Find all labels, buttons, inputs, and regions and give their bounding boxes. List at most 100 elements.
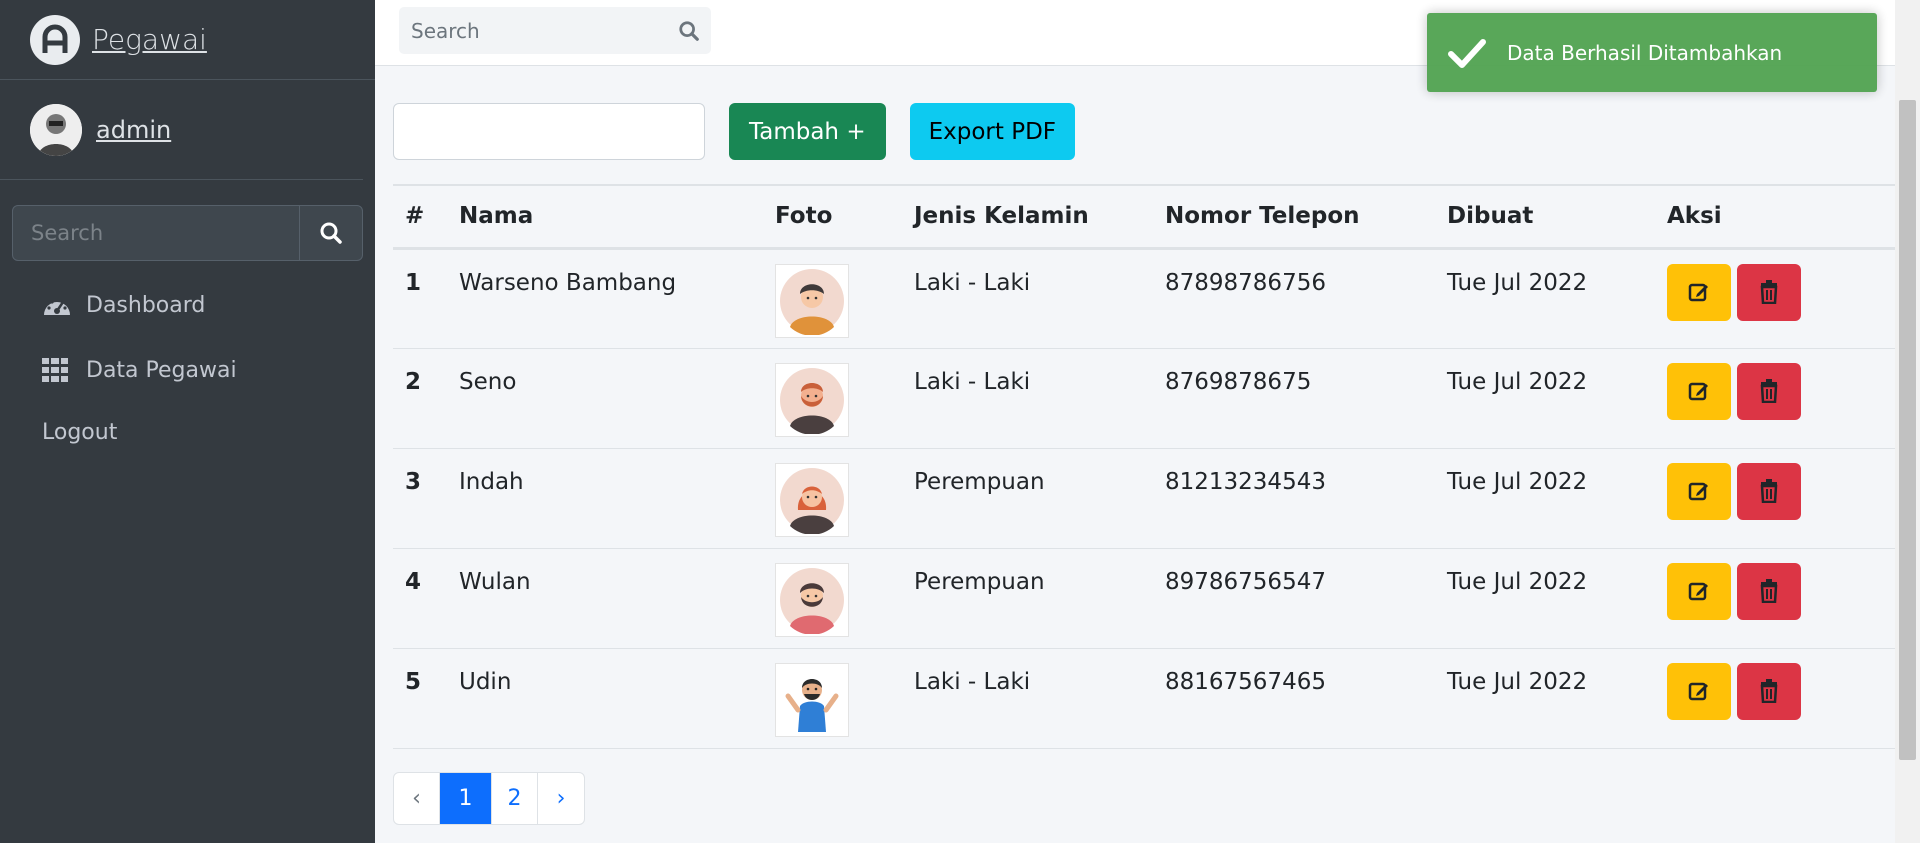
edit-icon [1688,382,1708,401]
delete-button[interactable] [1737,562,1801,620]
user-panel[interactable]: admin [0,80,363,180]
row-dibuat: Tue Jul 2022 [1447,269,1588,296]
brand-logo-icon [30,14,80,65]
edit-button[interactable] [1667,462,1731,520]
sidebar-item-data-pegawai[interactable]: Data Pegawai [0,345,375,395]
trash-icon [1760,679,1778,703]
logout-link[interactable]: Logout [42,420,117,445]
sidebar: Pegawai admin Dashboard Data Pegawai Log… [0,0,375,843]
delete-button[interactable] [1737,662,1801,720]
row-number: 5 [405,668,422,695]
col-header-dibuat: Dibuat [1447,203,1534,230]
grid-icon [42,358,72,382]
table-header-row: # Nama Foto Jenis Kelamin Nomor Telepon … [393,185,1895,248]
page-scrollbar[interactable] [1895,0,1920,843]
top-search [399,7,711,54]
row-number: 2 [405,368,422,395]
export-pdf-button[interactable]: Export PDF [909,103,1076,160]
edit-icon [1688,582,1708,601]
table-row: 5 Udin Laki - Laki 88167567465 Tue Jul 2… [393,648,1895,748]
page-1-button[interactable]: 1 [440,773,492,824]
edit-icon [1688,283,1708,302]
avatar [30,103,82,156]
pagination: ‹ 1 2 › [393,772,585,825]
sidebar-item-label: Data Pegawai [86,357,237,383]
edit-button[interactable] [1667,362,1731,420]
row-nama: Warseno Bambang [459,269,677,296]
add-button[interactable]: Tambah + [729,103,886,160]
row-dibuat: Tue Jul 2022 [1447,568,1588,595]
row-jenis-kelamin: Laki - Laki [914,368,1031,395]
edit-button[interactable] [1667,263,1731,321]
row-dibuat: Tue Jul 2022 [1447,468,1588,495]
table-row: 3 Indah Perempuan 81213234543 Tue Jul 20… [393,448,1895,548]
row-telepon: 87898786756 [1165,269,1326,296]
sidebar-search-button[interactable] [299,206,362,260]
sidebar-search-input[interactable] [13,206,299,260]
search-icon [679,20,699,41]
employee-table: # Nama Foto Jenis Kelamin Nomor Telepon … [393,184,1895,749]
page-2-button[interactable]: 2 [492,773,538,824]
toast-message: Data Berhasil Ditambahkan [1507,40,1783,65]
filter-input[interactable] [393,103,705,160]
row-actions [1667,362,1883,420]
row-number: 3 [405,468,422,495]
col-header-number: # [405,203,425,230]
top-search-input[interactable] [399,18,667,43]
edit-icon [1688,482,1708,501]
row-number: 4 [405,568,422,595]
row-telepon: 89786756547 [1165,568,1326,595]
edit-icon [1688,682,1708,701]
row-jenis-kelamin: Laki - Laki [914,668,1031,695]
edit-button[interactable] [1667,662,1731,720]
employee-photo [775,562,849,637]
trash-icon [1760,280,1778,304]
row-jenis-kelamin: Laki - Laki [914,269,1031,296]
row-nama: Indah [459,468,524,495]
employee-photo [775,263,849,338]
row-telepon: 8769878675 [1165,368,1312,395]
row-telepon: 88167567465 [1165,668,1326,695]
row-number: 1 [405,269,422,296]
top-search-button[interactable] [667,20,711,42]
row-nama: Udin [459,668,512,695]
trash-icon [1760,579,1778,603]
page-next-button[interactable]: › [538,773,584,824]
col-header-aksi: Aksi [1667,203,1722,230]
row-actions [1667,263,1883,321]
scrollbar-thumb[interactable] [1899,100,1916,760]
row-nama: Seno [459,368,517,395]
employee-photo [775,362,849,437]
sidebar-item-label: Dashboard [86,292,206,318]
user-name: admin [96,115,172,144]
delete-button[interactable] [1737,362,1801,420]
brand-link[interactable]: Pegawai [0,0,375,80]
col-header-nomor-telepon: Nomor Telepon [1165,203,1360,230]
page-prev-button[interactable]: ‹ [394,773,440,824]
row-dibuat: Tue Jul 2022 [1447,668,1588,695]
row-nama: Wulan [459,568,531,595]
sidebar-search [12,205,363,261]
table-row: 4 Wulan Perempuan 89786756547 Tue Jul 20… [393,548,1895,648]
employee-photo [775,662,849,737]
employee-photo [775,462,849,537]
gauge-icon [42,293,72,317]
row-actions [1667,562,1883,620]
trash-icon [1760,379,1778,403]
row-jenis-kelamin: Perempuan [914,568,1045,595]
col-header-foto: Foto [775,203,833,230]
table-row: 2 Seno Laki - Laki 8769878675 Tue Jul 20… [393,348,1895,448]
main-content: Tambah + Export PDF # Nama Foto Jenis Ke… [375,66,1895,843]
row-telepon: 81213234543 [1165,468,1326,495]
success-toast[interactable]: Data Berhasil Ditambahkan [1427,13,1877,92]
row-actions [1667,462,1883,520]
toolbar: Tambah + Export PDF [393,103,1076,160]
sidebar-item-dashboard[interactable]: Dashboard [0,280,375,330]
col-header-jenis-kelamin: Jenis Kelamin [914,203,1089,230]
brand-title: Pegawai [92,23,207,56]
row-dibuat: Tue Jul 2022 [1447,368,1588,395]
search-icon [320,222,342,244]
delete-button[interactable] [1737,263,1801,321]
delete-button[interactable] [1737,462,1801,520]
edit-button[interactable] [1667,562,1731,620]
